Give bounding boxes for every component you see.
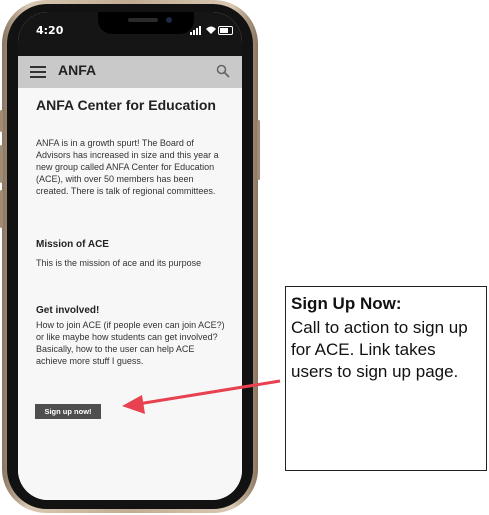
get-involved-paragraph: How to join ACE (if people even can join…: [36, 320, 225, 366]
status-icons: [190, 25, 233, 35]
wifi-icon: [206, 26, 216, 34]
mission-paragraph: This is the mission of ace and its purpo…: [36, 258, 202, 268]
signal-bar: [199, 26, 201, 35]
status-bar: 4:20: [18, 12, 242, 56]
notch: [98, 12, 194, 34]
intro-paragraph: ANFA is in a growth spurt! The Board of …: [36, 138, 219, 196]
hamburger-menu-icon[interactable]: [30, 66, 46, 78]
phone-side-button: [0, 110, 3, 132]
signal-bar: [193, 30, 195, 35]
annotation-callout: Sign Up Now: Call to action to sign up f…: [285, 286, 487, 471]
phone-volume-down-button: [0, 190, 3, 228]
get-involved-heading: Get involved!: [36, 305, 100, 316]
app-title: ANFA: [58, 62, 97, 78]
status-time: 4:20: [36, 24, 64, 37]
app-bar: ANFA: [18, 56, 242, 88]
page-title: ANFA Center for Education: [36, 97, 216, 113]
phone-volume-up-button: [0, 145, 3, 183]
annotation-text: Call to action to sign up for ACE. Link …: [291, 318, 468, 381]
speaker-grille: [128, 18, 158, 22]
sign-up-button[interactable]: Sign up now!: [35, 404, 101, 419]
main-content: ANFA Center for Education ANFA is in a g…: [18, 88, 242, 500]
mission-heading: Mission of ACE: [36, 239, 109, 250]
front-camera: [166, 17, 172, 23]
battery-icon: [218, 26, 233, 35]
search-icon[interactable]: [216, 64, 230, 78]
signal-bar: [190, 32, 192, 35]
phone-power-button: [257, 120, 260, 180]
annotation-title: Sign Up Now:: [291, 294, 402, 313]
signal-bar: [196, 28, 198, 35]
phone-screen: 4:20 ANFA ANFA Center for Education ANFA…: [18, 12, 242, 500]
